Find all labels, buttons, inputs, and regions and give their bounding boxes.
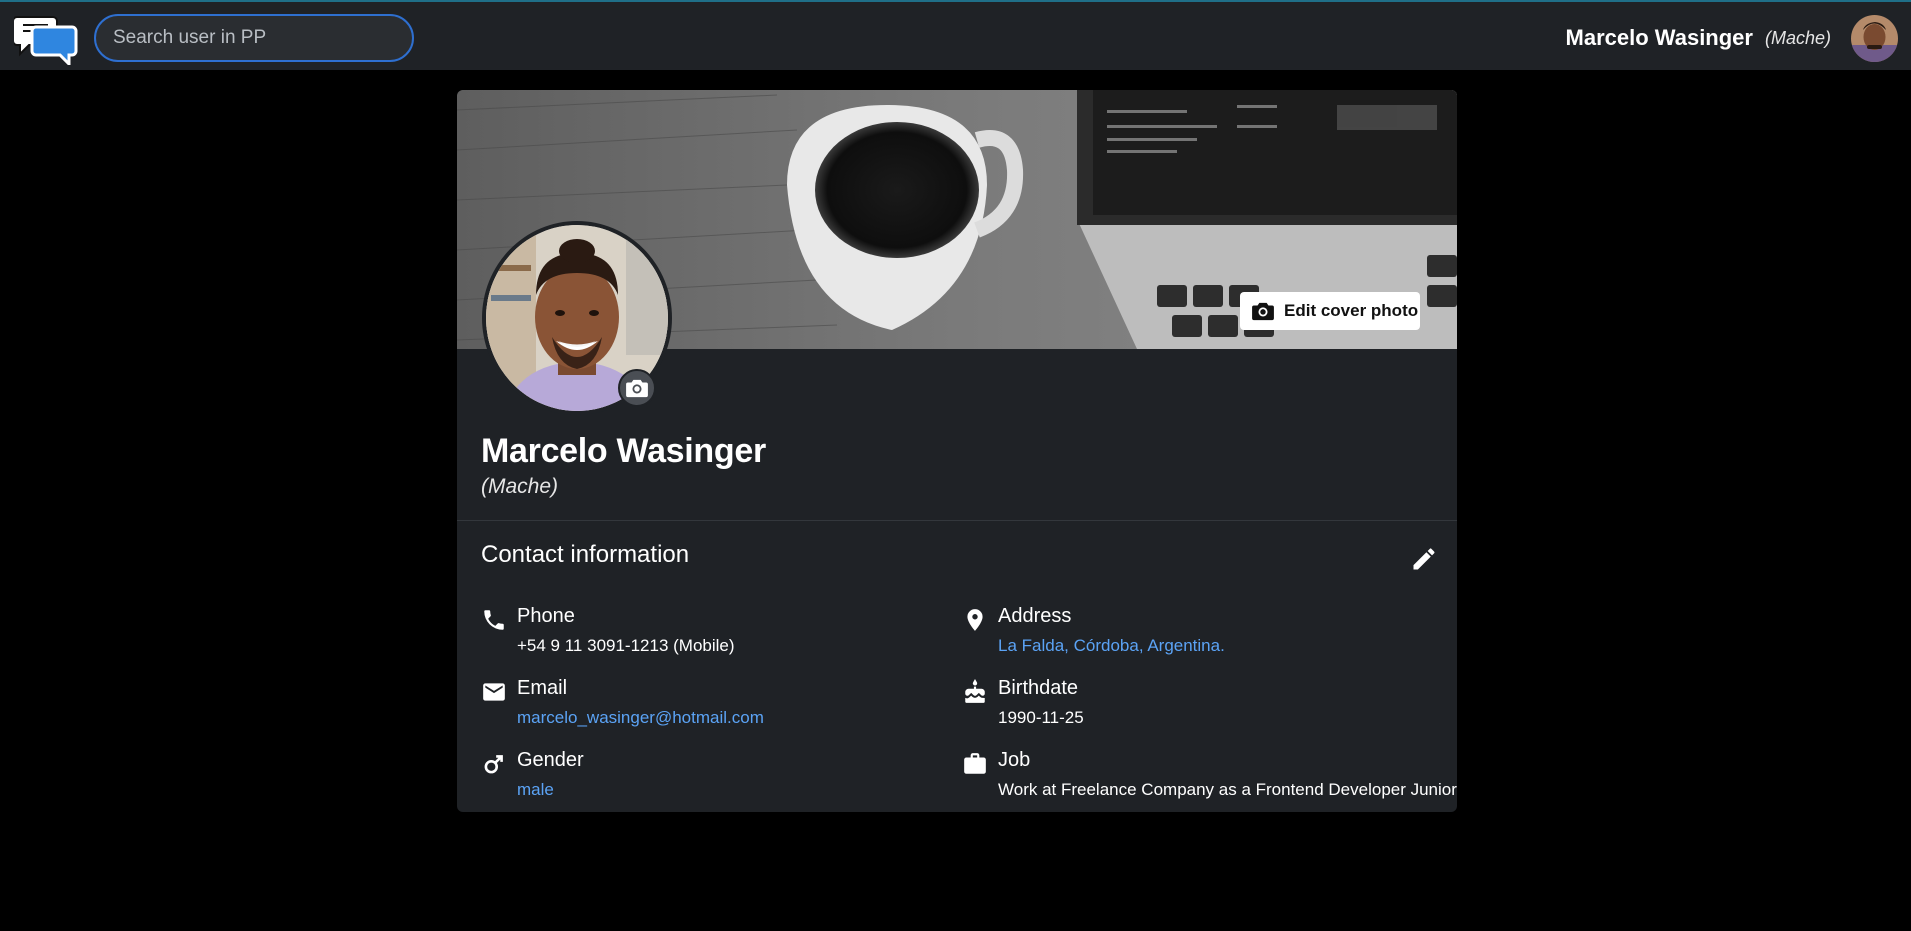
- address-label: Address: [998, 605, 1072, 627]
- gender-value[interactable]: male: [517, 780, 554, 800]
- search-input[interactable]: [94, 14, 414, 62]
- address-field: Address La Falda, Córdoba, Argentina.: [962, 605, 1432, 665]
- birthdate-value: 1990-11-25: [998, 708, 1084, 727]
- divider: [457, 520, 1457, 521]
- header-user-nickname: (Mache): [1764, 27, 1831, 48]
- job-value: Work at Freelance Company as a Frontend …: [998, 780, 1457, 799]
- email-field: Email marcelo_wasinger@hotmail.com: [481, 677, 951, 737]
- location-pin-icon: [967, 609, 983, 631]
- profile-name: Marcelo Wasinger: [481, 432, 766, 470]
- phone-label: Phone: [517, 605, 575, 627]
- job-field: Job Work at Freelance Company as a Front…: [962, 749, 1457, 809]
- gender-label: Gender: [517, 749, 584, 771]
- edit-cover-photo-label: Edit cover photo: [1284, 301, 1419, 320]
- pencil-icon: [1413, 548, 1435, 570]
- male-icon: [484, 755, 503, 774]
- job-label: Job: [998, 749, 1031, 771]
- cake-icon: [965, 679, 985, 703]
- user-menu[interactable]: Marcelo Wasinger (Mache): [1566, 14, 1898, 62]
- phone-value: +54 9 11 3091-1213 (Mobile): [517, 636, 735, 655]
- email-link[interactable]: marcelo_wasinger@hotmail.com: [517, 708, 764, 728]
- edit-contact-button[interactable]: [1410, 545, 1438, 573]
- contact-information-title: Contact information: [481, 541, 690, 568]
- briefcase-icon: [964, 753, 986, 774]
- gender-field: Gender male: [481, 749, 951, 809]
- camera-icon: [1252, 302, 1274, 321]
- edit-cover-photo-button[interactable]: Edit cover photo: [1240, 292, 1420, 330]
- app-logo-icon[interactable]: [12, 13, 80, 68]
- mail-icon: [483, 683, 505, 701]
- top-bar: Marcelo Wasinger (Mache): [0, 0, 1911, 70]
- header-avatar[interactable]: [1851, 14, 1898, 62]
- address-link[interactable]: La Falda, Córdoba, Argentina.: [998, 636, 1225, 656]
- birthdate-field: Birthdate 1990-11-25: [962, 677, 1432, 737]
- camera-icon: [626, 379, 648, 398]
- profile-card: Edit cover photo Marcelo Wasinger (Mache…: [457, 90, 1457, 812]
- birthdate-label: Birthdate: [998, 677, 1079, 699]
- phone-field: Phone +54 9 11 3091-1213 (Mobile): [481, 605, 951, 665]
- change-avatar-button[interactable]: [618, 369, 656, 407]
- profile-nickname: (Mache): [481, 475, 559, 498]
- phone-icon: [484, 610, 504, 630]
- header-user-name[interactable]: Marcelo Wasinger: [1566, 25, 1753, 51]
- email-label: Email: [517, 677, 568, 699]
